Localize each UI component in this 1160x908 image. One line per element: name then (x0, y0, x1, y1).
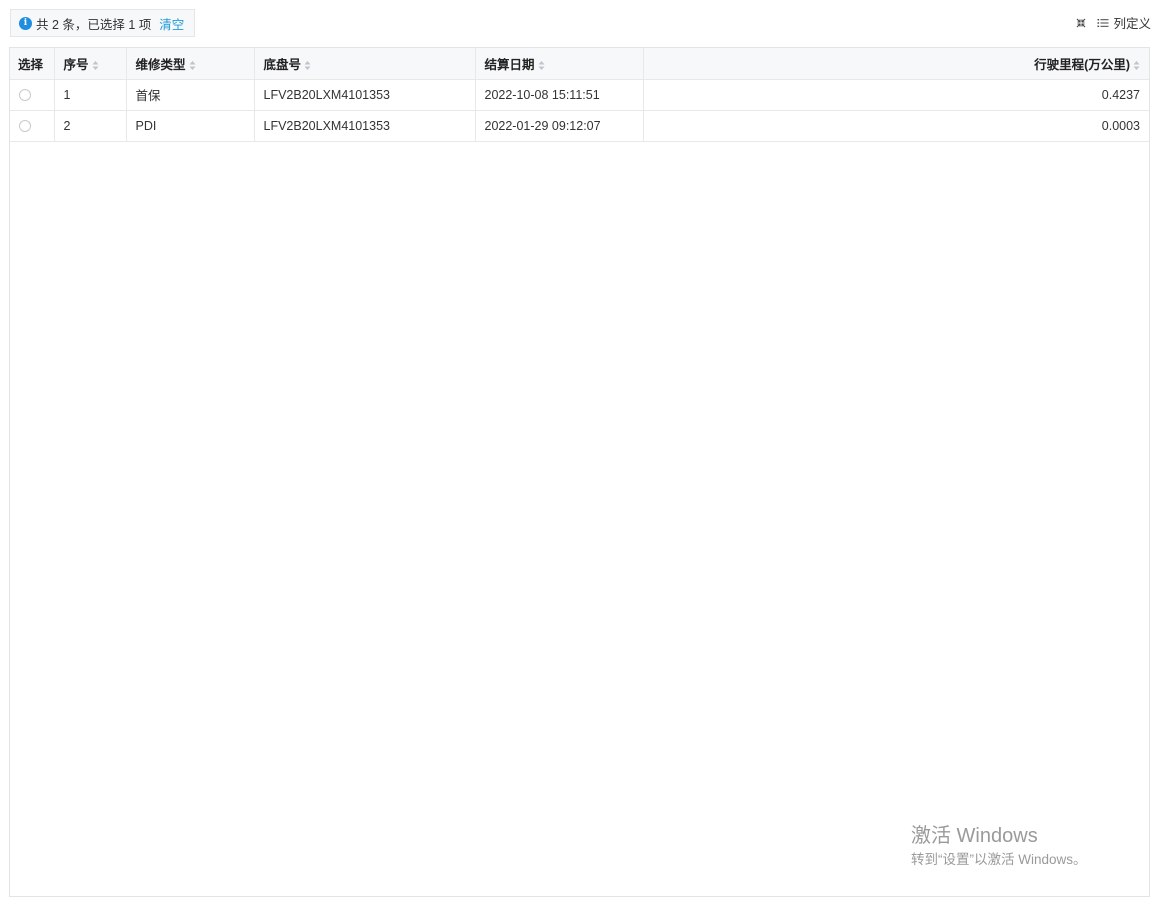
column-header-select: 选择 (10, 48, 55, 80)
column-settings-button[interactable]: 列定义 (1097, 13, 1151, 32)
column-header-label: 行驶里程(万公里) (1034, 57, 1130, 72)
column-settings-label: 列定义 (1113, 17, 1151, 31)
sort-icon[interactable] (1133, 60, 1140, 71)
selection-summary: 共 2 条，已选择 1 项 (36, 17, 152, 32)
sort-icon[interactable] (189, 60, 196, 71)
table-toolbar: 列定义 (1075, 13, 1151, 32)
row-select-radio[interactable] (19, 89, 31, 102)
column-header-label: 底盘号 (263, 57, 302, 72)
column-header-label: 维修类型 (135, 57, 186, 72)
mileage-cell: 0.0003 (643, 110, 1149, 142)
sort-icon[interactable] (538, 60, 545, 71)
table-row[interactable]: 1 首保 LFV2B20LXM4101353 2022-10-08 15:11:… (10, 79, 1149, 111)
watermark-subtitle: 转到“设置”以激活 Windows。 (911, 852, 1087, 867)
clear-selection-link[interactable]: 清空 (159, 14, 184, 33)
mileage-cell: 0.4237 (643, 79, 1149, 111)
column-header-label: 选择 (18, 57, 44, 72)
column-header-repair-type[interactable]: 维修类型 (126, 48, 255, 80)
sort-icon[interactable] (304, 60, 311, 71)
collapse-icon (1077, 18, 1086, 27)
table-header-row: 选择 序号 维修类型 底盘号 结算日期 行驶里程(万公里) (10, 48, 1149, 80)
column-header-mileage[interactable]: 行驶里程(万公里) (643, 48, 1149, 80)
info-icon: i (19, 16, 32, 30)
row-select-cell[interactable] (10, 110, 55, 142)
row-select-radio[interactable] (19, 120, 31, 133)
column-header-seq[interactable]: 序号 (54, 48, 127, 80)
sort-icon[interactable] (92, 60, 99, 71)
chassis-number-cell: LFV2B20LXM4101353 (254, 110, 476, 142)
repair-type-cell: 首保 (126, 79, 255, 111)
watermark-title: 激活 Windows (911, 825, 1038, 847)
column-header-label: 结算日期 (484, 57, 535, 72)
settlement-date-cell: 2022-01-29 09:12:07 (475, 110, 644, 142)
chassis-number-cell: LFV2B20LXM4101353 (254, 79, 476, 111)
data-table: 选择 序号 维修类型 底盘号 结算日期 行驶里程(万公里) 1 首保 LFV2B… (9, 47, 1150, 897)
column-header-chassis-number[interactable]: 底盘号 (254, 48, 476, 80)
seq-cell: 1 (54, 79, 127, 111)
row-select-cell[interactable] (10, 79, 55, 111)
repair-type-cell: PDI (126, 110, 255, 142)
selection-info-bar: i 共 2 条，已选择 1 项 清空 (10, 9, 196, 37)
column-header-label: 序号 (63, 57, 89, 72)
list-icon (1097, 18, 1109, 27)
seq-cell: 2 (54, 110, 127, 142)
column-header-settlement-date[interactable]: 结算日期 (475, 48, 644, 80)
table-row[interactable]: 2 PDI LFV2B20LXM4101353 2022-01-29 09:12… (10, 110, 1149, 142)
collapse-button[interactable] (1075, 17, 1091, 29)
windows-activation-watermark: 激活 Windows 转到“设置”以激活 Windows。 (911, 823, 1087, 870)
settlement-date-cell: 2022-10-08 15:11:51 (475, 79, 644, 111)
